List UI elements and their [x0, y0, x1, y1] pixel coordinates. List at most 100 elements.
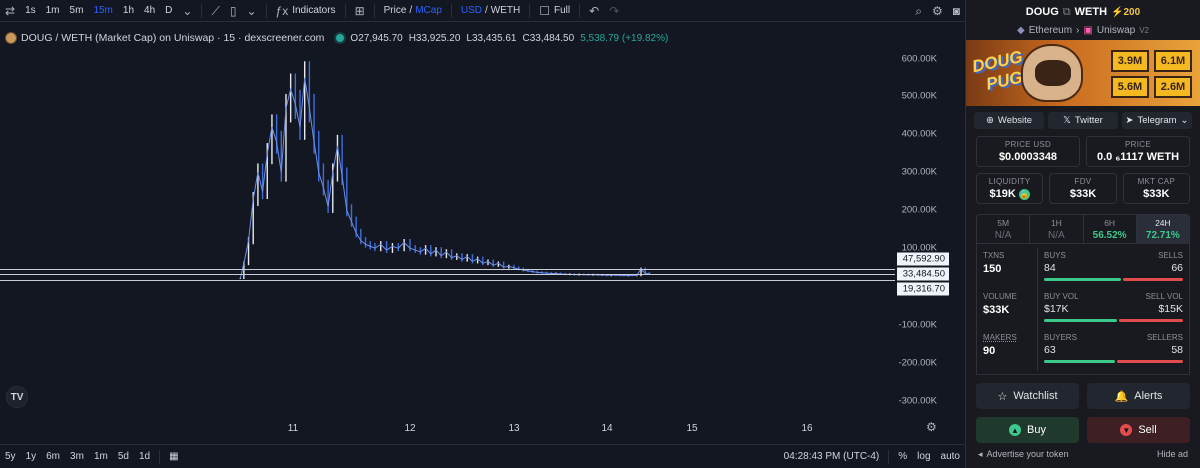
chevron-down-icon: ⌄	[1180, 115, 1189, 126]
percent-toggle[interactable]: %	[893, 451, 912, 462]
range-5y[interactable]: 5y	[0, 451, 21, 462]
uniswap-icon: ▣	[1083, 24, 1093, 36]
price-line-low	[0, 280, 895, 281]
price-scale-label: 200.00K	[901, 204, 937, 216]
mcap-label: MCap	[415, 5, 442, 16]
advertise-link[interactable]: ◂ Advertise your token	[978, 449, 1069, 460]
dex-version: V2	[1139, 25, 1149, 35]
price-plot[interactable]	[0, 46, 895, 416]
price-scale-label: 400.00K	[901, 128, 937, 140]
ethereum-icon: ◆	[1016, 24, 1025, 36]
range-1y[interactable]: 1y	[21, 451, 42, 462]
watch-alert-row: ☆ Watchlist 🔔 Alerts	[966, 383, 1200, 409]
log-toggle[interactable]: log	[912, 451, 935, 462]
pair-quote: WETH	[1074, 6, 1108, 18]
tab-5m[interactable]: 5M N/A	[977, 215, 1031, 243]
indicators-button[interactable]: ƒx Indicators	[271, 0, 341, 22]
price-scale-label: -100.00K	[898, 319, 937, 331]
bottom-bar: 5y 1y 6m 3m 1m 5d 1d ▦ 04:28:43 PM (UTC-…	[0, 444, 965, 468]
interval-selector-icon[interactable]: ⇄	[0, 0, 20, 22]
settings-gear-icon[interactable]: ⚙	[926, 420, 937, 434]
range-3m[interactable]: 3m	[65, 451, 89, 462]
interval-1m[interactable]: 1m	[41, 0, 65, 22]
boost-badge[interactable]: ⚡200	[1111, 7, 1140, 18]
time-axis[interactable]: 11 12 13 14 15 16 ⚙	[0, 416, 937, 436]
price-weth-label: PRICE	[1125, 140, 1151, 149]
volume-label: VOLUME	[983, 292, 1017, 301]
chevron-down-icon[interactable]: ⌄	[241, 0, 261, 22]
dex-name[interactable]: Uniswap	[1097, 25, 1135, 36]
candles-icon[interactable]: ▯	[225, 0, 242, 22]
website-link[interactable]: ⊕ Website	[974, 112, 1044, 129]
weth-label: WETH	[490, 5, 521, 16]
settings-gear-icon[interactable]: ⚙	[927, 0, 948, 22]
legend-change: 5,538.79 (+19.82%)	[580, 32, 669, 44]
redo-icon[interactable]: ↷	[604, 0, 624, 22]
star-icon: ☆	[997, 390, 1008, 403]
pair-base: DOUG	[1025, 6, 1059, 18]
checkbox-icon: ☐	[539, 3, 551, 18]
banner-stat: 3.9M	[1111, 50, 1149, 72]
price-tag-high: 47,592.90	[897, 252, 949, 266]
chevron-down-icon[interactable]: ⌄	[177, 0, 197, 22]
interval-15m[interactable]: 15m	[88, 0, 117, 22]
buy-vol-value: $17K	[1044, 303, 1069, 315]
megaphone-icon: ◂	[978, 449, 983, 459]
hide-ad-link[interactable]: Hide ad	[1157, 449, 1188, 460]
range-1d[interactable]: 1d	[134, 451, 155, 462]
line-chart-icon[interactable]: ⟋	[206, 0, 224, 22]
alerts-button[interactable]: 🔔 Alerts	[1087, 383, 1190, 409]
price-usd-card: PRICE USD $0.0003348	[976, 136, 1080, 167]
price-scale-label: -200.00K	[898, 357, 937, 369]
usd-label: USD	[460, 5, 483, 16]
full-button[interactable]: ☐ Full	[534, 0, 575, 22]
sell-vol-label: SELL VOL	[1145, 292, 1183, 301]
search-icon[interactable]: ⌕	[910, 0, 927, 22]
buy-button[interactable]: ▲ Buy	[976, 417, 1079, 443]
mktcap-card: MKT CAP $33K	[1122, 173, 1190, 204]
tab-24h[interactable]: 24H 72.71%	[1136, 215, 1189, 243]
divider	[579, 3, 581, 18]
trade-row: ▲ Buy ▼ Sell	[966, 417, 1200, 443]
divider	[265, 3, 267, 18]
transaction-stats: TXNS 150 BUYS SELLS 84 66 VOLUME $33K BUY VO…	[976, 244, 1190, 375]
price-scale[interactable]: 600.00K 500.00K 400.00K 300.00K 200.00K …	[895, 46, 965, 416]
divider	[159, 449, 161, 464]
interval-4h[interactable]: 4h	[139, 0, 160, 22]
undo-icon[interactable]: ↶	[584, 0, 604, 22]
lock-icon[interactable]: 🔒	[1018, 189, 1030, 200]
layouts-icon[interactable]: ⊞	[350, 0, 370, 22]
tradingview-logo-icon[interactable]: TV	[6, 386, 28, 408]
currency-toggle[interactable]: USD / WETH	[456, 0, 525, 22]
copy-icon[interactable]: ⧉	[1063, 6, 1071, 19]
range-1m[interactable]: 1m	[89, 451, 113, 462]
interval-1h[interactable]: 1h	[118, 0, 139, 22]
range-5d[interactable]: 5d	[113, 451, 134, 462]
calendar-icon[interactable]: ▦	[164, 451, 183, 462]
twitter-link[interactable]: 𝕏 Twitter	[1048, 112, 1118, 129]
divider	[344, 3, 346, 18]
price-mode-toggle[interactable]: Price / MCap	[379, 0, 447, 22]
sellers-value: 58	[1171, 344, 1183, 356]
interval-d[interactable]: D	[160, 0, 177, 22]
tab-1h[interactable]: 1H N/A	[1030, 215, 1084, 243]
interval-1s[interactable]: 1s	[20, 0, 41, 22]
pair-header: DOUG ⧉ WETH ⚡200	[966, 2, 1200, 22]
watchlist-button[interactable]: ☆ Watchlist	[976, 383, 1079, 409]
sell-button[interactable]: ▼ Sell	[1087, 417, 1190, 443]
range-6m[interactable]: 6m	[41, 451, 65, 462]
divider	[888, 449, 890, 464]
auto-toggle[interactable]: auto	[936, 451, 965, 462]
price-line-current	[0, 274, 895, 275]
camera-icon[interactable]: ◙	[948, 0, 965, 22]
price-tag-current: 33,484.50	[897, 267, 949, 281]
clock-display[interactable]: 04:28:43 PM (UTC-4)	[779, 451, 885, 462]
telegram-icon: ➤	[1125, 115, 1134, 126]
time-label: 15	[686, 423, 698, 434]
pair-sidebar: DOUG ⧉ WETH ⚡200 ◆ Ethereum › ▣ Uniswap …	[965, 0, 1200, 468]
interval-5m[interactable]: 5m	[65, 0, 89, 22]
chain-name[interactable]: Ethereum	[1029, 25, 1072, 36]
telegram-link[interactable]: ➤ Telegram ⌄	[1122, 112, 1192, 129]
txns-row: TXNS 150 BUYS SELLS 84 66	[983, 248, 1183, 289]
tab-6h[interactable]: 6H 56.52%	[1084, 215, 1137, 243]
